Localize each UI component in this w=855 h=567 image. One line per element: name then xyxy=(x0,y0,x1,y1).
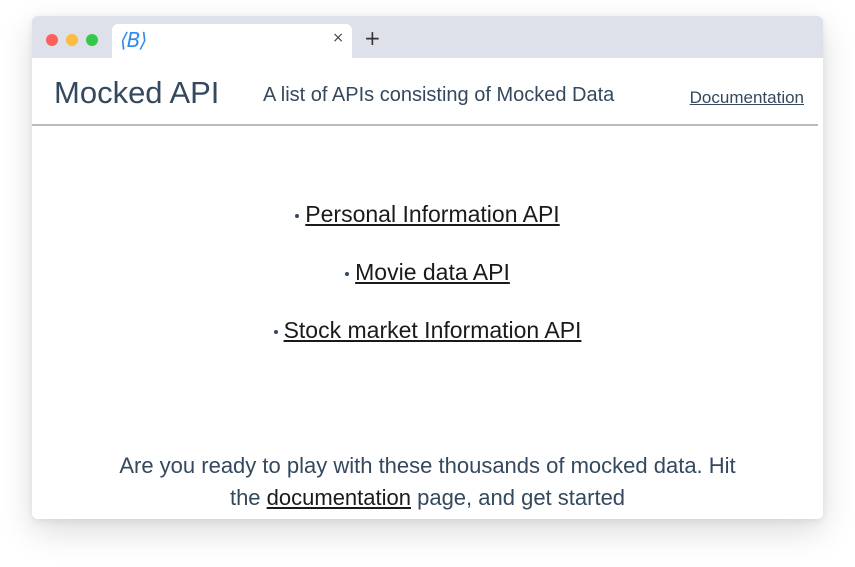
list-item: Stock market Information API xyxy=(32,317,823,375)
cta-line-1: Are you ready to play with these thousan… xyxy=(119,453,736,478)
bullet-icon xyxy=(345,271,350,276)
call-to-action: Are you ready to play with these thousan… xyxy=(32,450,823,514)
site-tagline: A list of APIs consisting of Mocked Data xyxy=(263,84,615,106)
movie-data-api-link[interactable]: Movie data API xyxy=(355,259,510,285)
screenshot-stage: ⟨B⟩ × + Mocked API A list of APIs consis… xyxy=(0,0,855,567)
page-content: Mocked API A list of APIs consisting of … xyxy=(32,58,823,519)
stock-market-api-link[interactable]: Stock market Information API xyxy=(284,317,582,343)
documentation-link[interactable]: Documentation xyxy=(690,88,804,108)
cta-line-2: the documentation page, and get started xyxy=(32,482,823,514)
browser-titlebar: ⟨B⟩ × + xyxy=(32,16,823,58)
cta-post-link: page, and get started xyxy=(410,485,626,510)
bootstrap-favicon-icon: ⟨B⟩ xyxy=(120,28,147,52)
window-minimize-button[interactable] xyxy=(66,34,78,46)
list-item: Movie data API xyxy=(32,259,823,317)
bullet-icon xyxy=(295,213,300,218)
api-list: Personal Information API Movie data API … xyxy=(32,201,823,375)
window-maximize-button[interactable] xyxy=(86,34,98,46)
browser-tab[interactable]: ⟨B⟩ × xyxy=(112,24,352,58)
tab-close-icon[interactable]: × xyxy=(332,30,344,46)
list-item: Personal Information API xyxy=(32,201,823,259)
window-close-button[interactable] xyxy=(46,34,58,46)
new-tab-icon[interactable]: + xyxy=(364,26,381,50)
personal-information-api-link[interactable]: Personal Information API xyxy=(305,201,559,227)
site-header: Mocked API A list of APIs consisting of … xyxy=(32,58,818,126)
browser-window: ⟨B⟩ × + Mocked API A list of APIs consis… xyxy=(32,16,823,519)
cta-documentation-link[interactable]: documentation xyxy=(267,485,411,510)
cta-pre-link: the xyxy=(229,485,267,510)
bullet-icon xyxy=(273,329,278,334)
site-brand[interactable]: Mocked API xyxy=(54,75,219,111)
